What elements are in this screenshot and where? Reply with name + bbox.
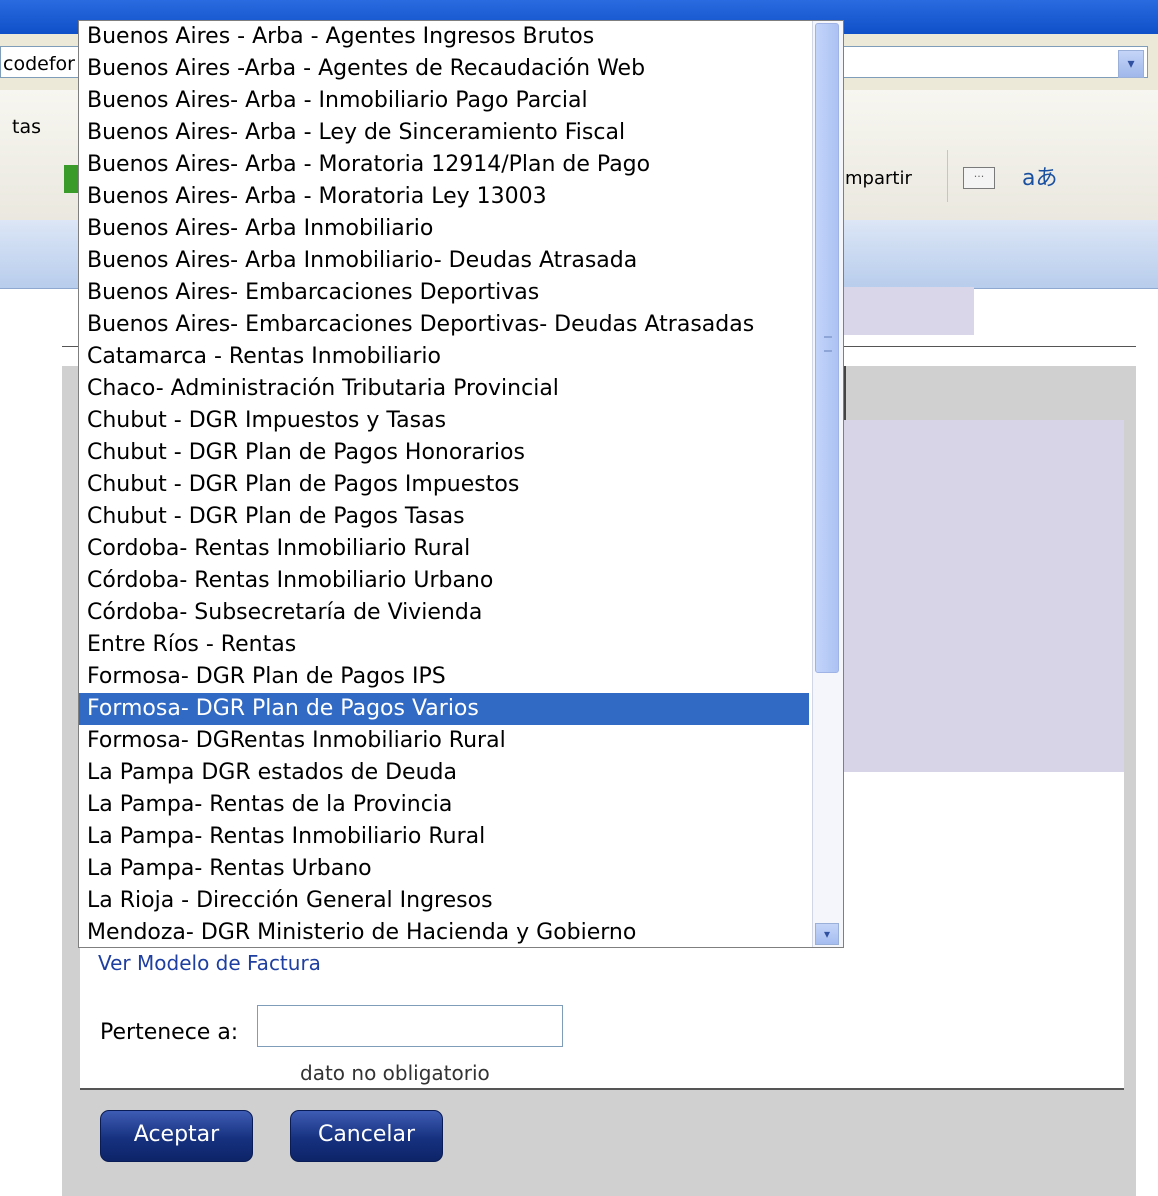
scrollbar-thumb[interactable] — [815, 23, 839, 673]
toolbar-divider — [947, 150, 948, 202]
pertenece-hint: dato no obligatorio — [300, 1061, 490, 1085]
dropdown-option[interactable]: Chubut - DGR Plan de Pagos Tasas — [79, 501, 809, 533]
dropdown-option[interactable]: Formosa- DGR Plan de Pagos IPS — [79, 661, 809, 693]
dropdown-option[interactable]: Mendoza- DGR Ministerio de Hacienda y Go… — [79, 917, 809, 947]
entity-dropdown-list[interactable]: Buenos Aires - Arba - Agentes Ingresos B… — [78, 20, 844, 948]
pertenece-input[interactable] — [257, 1005, 563, 1047]
share-button[interactable]: mpartir — [845, 168, 912, 189]
translate-icon[interactable]: aあ — [1022, 160, 1057, 192]
address-dropdown-icon[interactable]: ▾ — [1118, 50, 1144, 78]
dropdown-scrollbar[interactable]: ▾ — [812, 21, 843, 947]
dropdown-option[interactable]: Buenos Aires- Arba - Moratoria 12914/Pla… — [79, 149, 809, 181]
dropdown-option[interactable]: La Rioja - Dirección General Ingresos — [79, 885, 809, 917]
scroll-down-icon[interactable]: ▾ — [815, 923, 839, 945]
dropdown-option[interactable]: Buenos Aires- Arba - Inmobiliario Pago P… — [79, 85, 809, 117]
dropdown-option[interactable]: Buenos Aires- Embarcaciones Deportivas- … — [79, 309, 809, 341]
dropdown-option-selected[interactable]: Formosa- DGR Plan de Pagos Varios — [79, 693, 809, 725]
dropdown-option[interactable]: La Pampa- Rentas de la Provincia — [79, 789, 809, 821]
ver-modelo-link[interactable]: Ver Modelo de Factura — [98, 951, 321, 975]
dropdown-option[interactable]: La Pampa DGR estados de Deuda — [79, 757, 809, 789]
address-text: codefor — [3, 53, 75, 75]
dropdown-option[interactable]: Córdoba- Subsecretaría de Vivienda — [79, 597, 809, 629]
dropdown-option[interactable]: La Pampa- Rentas Inmobiliario Rural — [79, 821, 809, 853]
header-block — [840, 287, 974, 335]
dropdown-option[interactable]: Buenos Aires- Arba - Moratoria Ley 13003 — [79, 181, 809, 213]
dropdown-option[interactable]: Catamarca - Rentas Inmobiliario — [79, 341, 809, 373]
dropdown-option[interactable]: Formosa- DGRentas Inmobiliario Rural — [79, 725, 809, 757]
pertenece-label: Pertenece a: — [100, 1020, 239, 1045]
dropdown-option[interactable]: Buenos Aires- Arba - Ley de Sinceramient… — [79, 117, 809, 149]
dropdown-options: Buenos Aires - Arba - Agentes Ingresos B… — [79, 21, 809, 947]
accept-button[interactable]: Aceptar — [100, 1110, 253, 1162]
menu-item[interactable]: tas — [12, 116, 41, 138]
dropdown-option[interactable]: Córdoba- Rentas Inmobiliario Urbano — [79, 565, 809, 597]
dropdown-option[interactable]: Chubut - DGR Plan de Pagos Honorarios — [79, 437, 809, 469]
dropdown-option[interactable]: Chubut - DGR Impuestos y Tasas — [79, 405, 809, 437]
dropdown-option[interactable]: Buenos Aires- Embarcaciones Deportivas — [79, 277, 809, 309]
dropdown-option[interactable]: La Pampa- Rentas Urbano — [79, 853, 809, 885]
dropdown-option[interactable]: Chubut - DGR Plan de Pagos Impuestos — [79, 469, 809, 501]
scrollbar-grip-icon — [824, 336, 832, 352]
dropdown-option[interactable]: Buenos Aires- Arba Inmobiliario — [79, 213, 809, 245]
cancel-button[interactable]: Cancelar — [290, 1110, 443, 1162]
keyboard-icon[interactable]: ··· — [963, 167, 995, 189]
form-divider — [80, 1088, 1124, 1090]
dropdown-option[interactable]: Buenos Aires -Arba - Agentes de Recaudac… — [79, 53, 809, 85]
dropdown-option[interactable]: Cordoba- Rentas Inmobiliario Rural — [79, 533, 809, 565]
dropdown-option[interactable]: Chaco- Administración Tributaria Provinc… — [79, 373, 809, 405]
dropdown-option[interactable]: Entre Ríos - Rentas — [79, 629, 809, 661]
dropdown-option[interactable]: Buenos Aires- Arba Inmobiliario- Deudas … — [79, 245, 809, 277]
dropdown-option[interactable]: Buenos Aires - Arba - Agentes Ingresos B… — [79, 21, 809, 53]
